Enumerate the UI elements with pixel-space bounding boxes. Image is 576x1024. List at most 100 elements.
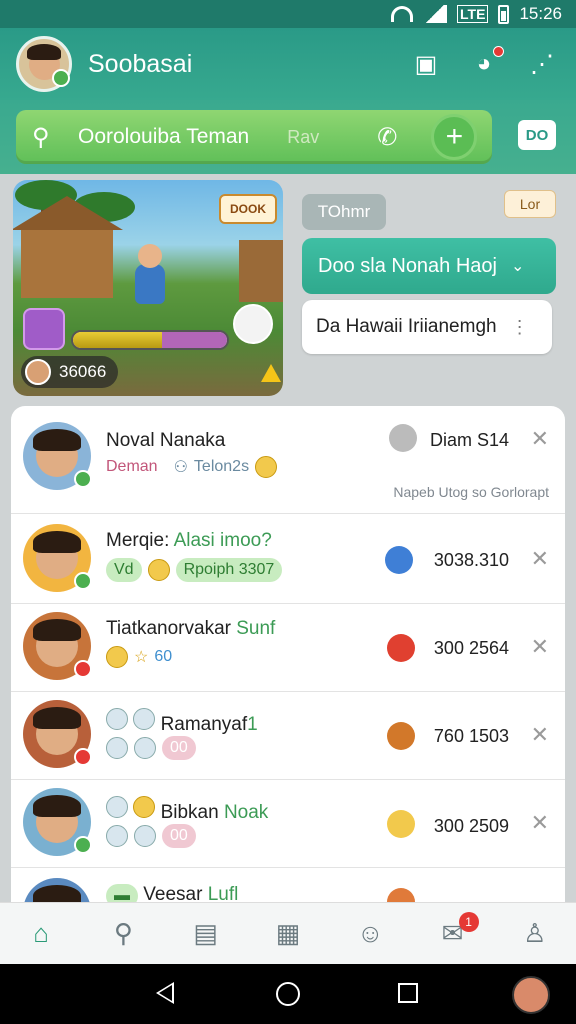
- emoji-icon: [147, 559, 170, 581]
- wifi-icon: [391, 6, 414, 22]
- avatar: [23, 422, 92, 490]
- status-icon: [387, 810, 415, 838]
- avatar-face: [33, 707, 81, 756]
- item-cube: [23, 308, 65, 350]
- chat-bubble-white[interactable]: Da Hawaii Iriianemgh ⋮: [302, 300, 552, 354]
- close-icon[interactable]: ✕: [531, 426, 549, 452]
- search-secondary-text: Rav: [287, 126, 320, 147]
- avatar: [23, 612, 92, 680]
- contact-name: Bibkan Noak: [106, 796, 268, 824]
- chat-chip[interactable]: Lor: [504, 190, 556, 218]
- signal-icon: [423, 5, 448, 23]
- amount: 300 2564: [433, 638, 509, 658]
- assistant-avatar[interactable]: [512, 976, 550, 1014]
- list-item[interactable]: Bibkan Noak 00 300 2509 ✕: [11, 780, 565, 868]
- phone-icon[interactable]: ✆: [377, 123, 397, 152]
- name-highlight: Noak: [223, 802, 269, 823]
- chevron-down-icon[interactable]: ⌄: [511, 256, 524, 276]
- tag-pill: Rpoiph 3307: [175, 558, 283, 582]
- search-area: ⚲ Oorolouiba Teman Rav ✆ + DO: [0, 100, 576, 174]
- game-character: [135, 244, 165, 304]
- home-icon[interactable]: ⌂: [21, 914, 61, 954]
- profile-nav-icon[interactable]: ♙: [515, 914, 555, 954]
- avatar: [23, 788, 92, 856]
- close-icon[interactable]: ✕: [531, 546, 549, 572]
- sub-label: 60: [154, 648, 173, 665]
- row-footer: Napeb Utog so Gorlorapt: [393, 484, 549, 500]
- contact-sub: Vd Rpoiph 3307: [106, 558, 283, 582]
- sub-label: Telon2s: [193, 458, 250, 475]
- chat-bubble-green[interactable]: Doo sla Nonah Haoj ⌄: [302, 238, 556, 294]
- back-icon[interactable]: [156, 982, 174, 1004]
- emoji-icon: [106, 825, 128, 847]
- search-nav-icon[interactable]: ⚲: [103, 914, 143, 954]
- online-badge: [74, 836, 92, 854]
- close-icon[interactable]: ✕: [531, 722, 549, 748]
- status-icon: [387, 634, 415, 662]
- list-item[interactable]: Ramanyaf1 00 760 1503 ✕: [11, 692, 565, 780]
- amount: Diam S14: [429, 430, 509, 450]
- emoji-icon: [255, 456, 278, 478]
- amount: 300 2509: [433, 816, 509, 836]
- search-icon: ⚲: [32, 123, 50, 151]
- emoji-icon: [133, 708, 156, 730]
- online-badge: [74, 572, 92, 590]
- amount: 3038.310: [433, 550, 509, 570]
- status-icon: [389, 424, 417, 452]
- contact-list: Noval Nanaka Deman ⚇ Telon2s Diam S14 ✕ …: [11, 406, 565, 906]
- amount: 760 1503: [433, 726, 509, 746]
- search-text[interactable]: Oorolouiba Teman: [78, 125, 249, 149]
- contact-name: Ramanyaf1: [106, 708, 258, 736]
- status-icon: [385, 546, 413, 574]
- message-icon[interactable]: ▣: [410, 48, 442, 80]
- name-highlight: Sunf: [236, 618, 276, 639]
- sub-label: Deman: [106, 458, 158, 475]
- progress-bar: [71, 330, 229, 350]
- document-icon[interactable]: ▤: [186, 914, 226, 954]
- online-badge: [52, 69, 70, 87]
- warning-icon[interactable]: [261, 364, 281, 382]
- emoji-icon: [133, 796, 156, 818]
- home-button-icon[interactable]: [276, 982, 300, 1006]
- more-icon[interactable]: ⋮: [511, 317, 529, 338]
- chat-nav-icon[interactable]: ✉ 1: [433, 911, 479, 954]
- avatar-face: [33, 619, 81, 668]
- network-type: LTE: [457, 5, 489, 23]
- score-value: 36066: [59, 362, 107, 381]
- game-card[interactable]: DOOK 36066: [13, 180, 283, 396]
- search-bar[interactable]: ⚲ Oorolouiba Teman Rav ✆ +: [16, 110, 492, 164]
- player-portrait: [233, 304, 273, 344]
- hut: [239, 240, 283, 302]
- close-icon[interactable]: ✕: [531, 634, 549, 660]
- sub-icon: ⚇: [173, 459, 188, 476]
- recent-apps-icon[interactable]: [398, 983, 418, 1003]
- add-button[interactable]: +: [431, 114, 478, 160]
- list-item[interactable]: ▬ Veesar Lufl: [11, 868, 565, 906]
- app-bar: Soobasai ▣ ◕ ⋰: [0, 28, 576, 100]
- avatar: [23, 700, 92, 768]
- score-pill: 36066: [21, 356, 119, 388]
- list-item[interactable]: Tiatkanorvakar Sunf ☆ 60 300 2564 ✕: [11, 604, 565, 692]
- progress-fill: [73, 332, 163, 348]
- list-item[interactable]: Noval Nanaka Deman ⚇ Telon2s Diam S14 ✕ …: [11, 406, 565, 514]
- share-icon[interactable]: ⋰: [526, 48, 558, 80]
- list-item[interactable]: Merqie: Alasi imoo? Vd Rpoiph 3307 3038.…: [11, 514, 565, 604]
- alert-badge: [74, 660, 92, 678]
- emoji-icon: [134, 737, 156, 759]
- chat-label: TOhmr: [302, 194, 386, 230]
- app-title: Soobasai: [88, 49, 193, 78]
- name-highlight: 1: [247, 714, 258, 735]
- profile-avatar[interactable]: [16, 36, 72, 92]
- bubble-green-text: Doo sla Nonah Haoj: [318, 254, 497, 277]
- close-icon[interactable]: ✕: [531, 810, 549, 836]
- grid-icon[interactable]: ▦: [268, 914, 308, 954]
- avatar: [23, 524, 92, 592]
- emoji-icon: [106, 708, 128, 730]
- contact-sub: 00: [106, 736, 196, 760]
- avatar-face: [33, 429, 81, 478]
- chat-button[interactable]: DO: [518, 120, 556, 150]
- emoji-nav-icon[interactable]: ☺: [350, 914, 390, 954]
- notification-icon[interactable]: ◕: [468, 46, 504, 80]
- contact-sub: Deman ⚇ Telon2s: [106, 456, 278, 478]
- bottom-nav: ⌂ ⚲ ▤ ▦ ☺ ✉ 1 ♙: [0, 902, 576, 964]
